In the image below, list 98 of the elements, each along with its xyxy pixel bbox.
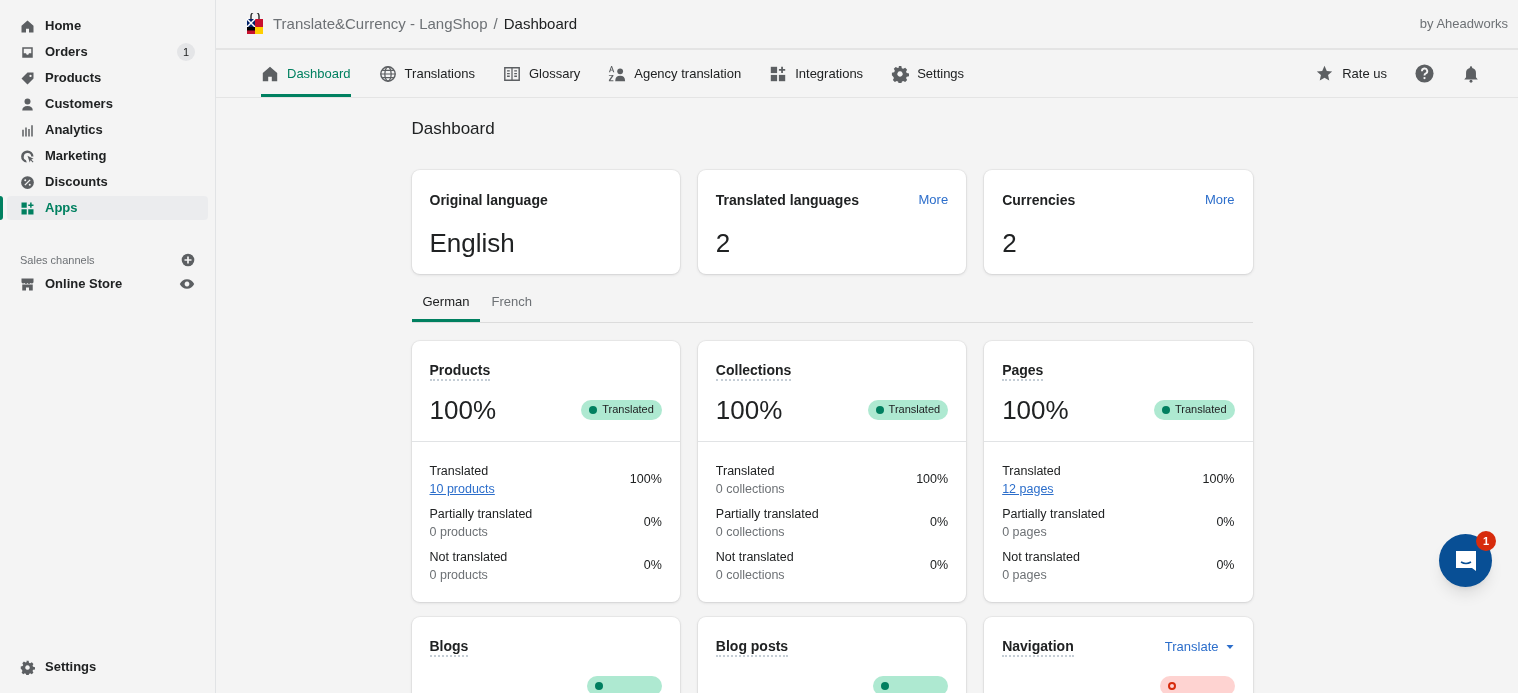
- nav-tab[interactable]: Agency translation: [608, 50, 742, 97]
- nav-tab[interactable]: Integrations: [769, 50, 864, 97]
- card-value: English: [429, 226, 516, 259]
- percent-value: 100%: [429, 393, 496, 426]
- more-link[interactable]: More: [918, 190, 949, 210]
- translate-dropdown[interactable]: Translate: [1164, 636, 1235, 657]
- row-percent: 0%: [643, 557, 662, 575]
- row-label: Translated: [429, 462, 490, 480]
- breadcrumb-separator: /: [493, 13, 498, 34]
- nav-tab[interactable]: Translations: [378, 50, 475, 97]
- nav-tab[interactable]: Glossary: [502, 50, 581, 97]
- row-percent: 0%: [643, 514, 662, 532]
- star-icon: [1316, 65, 1334, 82]
- row-label: Translated: [715, 462, 776, 480]
- row-label: Not translated: [715, 548, 794, 566]
- section-heading: Sales channels: [20, 252, 95, 268]
- sidebar-item[interactable]: Settings: [7, 655, 208, 679]
- sidebar-item[interactable]: Online Store: [7, 272, 208, 296]
- row-percent: 100%: [629, 471, 662, 489]
- count-link[interactable]: 12 pages: [1002, 479, 1054, 498]
- row-percent: 100%: [1202, 471, 1235, 489]
- row-percent: 0%: [1216, 557, 1235, 575]
- row-label: Partially translated: [1002, 505, 1105, 523]
- row-label: Not translated: [429, 548, 508, 566]
- count-text: 0 pages: [1002, 566, 1047, 584]
- card-title: Currencies: [1002, 190, 1076, 210]
- bell-icon: [1462, 64, 1480, 83]
- home-icon: [261, 64, 279, 83]
- breadcrumb-link[interactable]: Translate&Currency - LangShop: [273, 12, 488, 36]
- percent-value: 100%: [1002, 393, 1069, 426]
- language-tab[interactable]: German: [411, 285, 481, 322]
- sidebar-item[interactable]: Marketing: [7, 144, 208, 168]
- row-label: Not translated: [1002, 548, 1080, 566]
- card-title: Blogs: [429, 636, 469, 657]
- row-percent: 0%: [1216, 514, 1235, 532]
- count-link[interactable]: 10 products: [429, 479, 495, 498]
- notification-badge: 1: [1476, 531, 1496, 551]
- nav-tab[interactable]: Settings: [891, 50, 965, 97]
- vendor-text: by Aheadworks: [1419, 15, 1508, 34]
- count-text: 0 products: [429, 566, 488, 584]
- sidebar-item[interactable]: Orders 1: [7, 40, 208, 64]
- apps-grid-icon: [769, 64, 788, 83]
- inbox-icon: [20, 44, 35, 60]
- card-value: 2: [715, 226, 732, 259]
- row-percent: 0%: [930, 557, 949, 575]
- card-title: Pages: [1002, 360, 1044, 381]
- card-title: Navigation: [1002, 636, 1074, 657]
- card-title: Collections: [715, 360, 792, 381]
- gear-icon: [20, 659, 35, 675]
- breadcrumb-current: Dashboard: [503, 13, 578, 34]
- active-indicator: [0, 196, 3, 220]
- row-percent: 0%: [930, 514, 949, 532]
- row-percent: 100%: [916, 471, 949, 489]
- status-badge: Translated: [1153, 399, 1235, 420]
- target-cursor-icon: [20, 148, 35, 164]
- sidebar-item[interactable]: Products: [7, 66, 208, 90]
- gear-icon: [891, 64, 910, 83]
- card-title: Original language: [429, 190, 548, 210]
- sidebar-item[interactable]: Customers: [7, 92, 208, 116]
- page-title: Dashboard: [411, 118, 496, 140]
- count-text: 0 collections: [715, 480, 785, 498]
- apps-grid-icon: [20, 200, 35, 216]
- book-icon: [502, 64, 521, 83]
- nav-tab[interactable]: Dashboard: [261, 50, 351, 97]
- count-text: 0 products: [429, 523, 488, 541]
- add-button[interactable]: [181, 253, 195, 267]
- app-logo-icon: [246, 13, 264, 35]
- count-badge: 1: [177, 43, 195, 61]
- row-label: Partially translated: [715, 505, 819, 523]
- eye-icon: [179, 276, 195, 292]
- sidebar-item[interactable]: Analytics: [7, 118, 208, 142]
- card-title: Translated languages: [715, 190, 859, 210]
- count-text: 0 pages: [1002, 523, 1047, 541]
- sidebar-item[interactable]: Discounts: [7, 170, 208, 194]
- sidebar-item[interactable]: Home: [7, 14, 208, 38]
- discount-icon: [20, 174, 35, 190]
- row-label: Partially translated: [429, 505, 533, 523]
- rate-us-button[interactable]: Rate us: [1316, 50, 1387, 97]
- storefront-icon: [20, 276, 35, 292]
- status-badge: Translated: [867, 399, 949, 420]
- globe-icon: [378, 64, 397, 83]
- row-label: Translated: [1002, 462, 1061, 480]
- card-title: Blog posts: [715, 636, 789, 657]
- percent-value: 100%: [715, 393, 783, 426]
- status-badge: Translated: [581, 399, 662, 420]
- tag-icon: [20, 70, 35, 86]
- home-icon: [20, 18, 35, 34]
- language-tab[interactable]: French: [480, 285, 543, 322]
- help-icon: [1415, 64, 1434, 83]
- bar-chart-icon: [20, 122, 35, 138]
- more-link[interactable]: More: [1204, 190, 1235, 210]
- person-icon: [20, 96, 35, 112]
- count-text: 0 collections: [715, 566, 785, 584]
- plus-circle-icon: [181, 253, 195, 267]
- card-title: Products: [429, 360, 491, 381]
- card-value: 2: [1002, 226, 1018, 259]
- count-text: 0 collections: [715, 523, 785, 541]
- translate-person-icon: [608, 64, 627, 83]
